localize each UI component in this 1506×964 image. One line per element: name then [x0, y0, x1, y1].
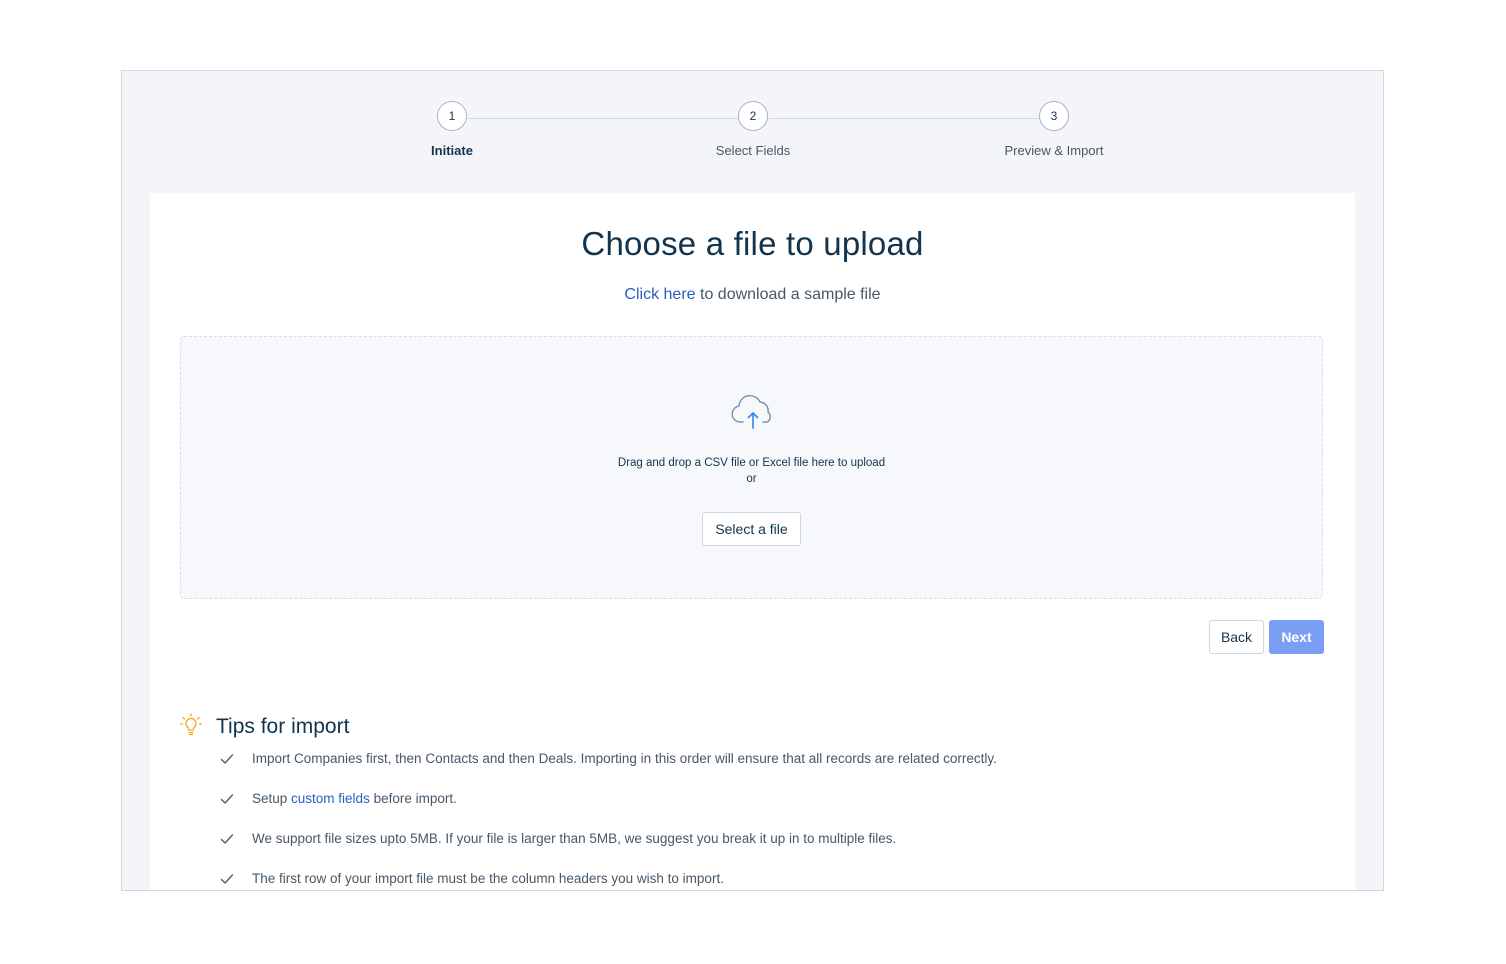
tip-text: Import Companies first, then Contacts an… — [252, 751, 997, 766]
page-title: Choose a file to upload — [581, 225, 924, 262]
step-number: 2 — [738, 101, 768, 131]
tip-item: Import Companies first, then Contacts an… — [220, 747, 997, 787]
import-wizard: 1 Initiate 2 Select Fields 3 Preview & I… — [121, 70, 1384, 891]
step-preview-import: 3 Preview & Import — [974, 101, 1134, 158]
tip-item: The first row of your import file must b… — [220, 867, 997, 890]
tip-item: Setup custom fields before import. — [220, 787, 997, 827]
next-button[interactable]: Next — [1269, 620, 1324, 654]
tip-text: The first row of your import file must b… — [252, 871, 724, 886]
download-sample-link[interactable]: Click here — [624, 286, 695, 303]
step-label: Preview & Import — [1004, 143, 1104, 158]
step-number: 1 — [437, 101, 467, 131]
checkmark-icon — [220, 874, 234, 884]
tip-text: Setup — [252, 791, 292, 806]
tips-section: Tips for import Import Companies first, … — [150, 685, 1355, 890]
back-button[interactable]: Back — [1209, 620, 1264, 654]
step-label: Select Fields — [715, 143, 791, 158]
select-file-button[interactable]: Select a file — [702, 512, 801, 546]
dropzone-instructions: Drag and drop a CSV file or Excel file h… — [181, 455, 1322, 487]
step-label: Initiate — [431, 143, 473, 158]
dropzone-text: Drag and drop a CSV file or Excel file h… — [617, 457, 886, 469]
checkmark-icon — [220, 754, 234, 764]
tip-text: before import. — [369, 791, 457, 806]
progress-stepper: 1 Initiate 2 Select Fields 3 Preview & I… — [122, 101, 1383, 171]
step-initiate: 1 Initiate — [372, 101, 532, 158]
file-dropzone[interactable]: Drag and drop a CSV file or Excel file h… — [180, 336, 1323, 599]
tips-list: Import Companies first, then Contacts an… — [220, 747, 997, 890]
cloud-upload-icon — [731, 394, 771, 429]
upload-card: Choose a file to upload Click here to do… — [150, 193, 1355, 685]
checkmark-icon — [220, 794, 234, 804]
checkmark-icon — [220, 834, 234, 844]
sample-file-line: Click here to download a sample file — [150, 286, 1355, 304]
custom-fields-link[interactable]: custom fields — [291, 791, 370, 806]
tip-text: We support file sizes upto 5MB. If your … — [252, 831, 897, 846]
step-select-fields: 2 Select Fields — [673, 101, 833, 158]
lightbulb-icon — [180, 713, 202, 736]
tips-title: Tips for import — [216, 715, 350, 738]
dropzone-or: or — [746, 473, 757, 485]
tip-item: We support file sizes upto 5MB. If your … — [220, 827, 997, 867]
step-number: 3 — [1039, 101, 1069, 131]
sample-file-text: to download a sample file — [695, 286, 881, 303]
